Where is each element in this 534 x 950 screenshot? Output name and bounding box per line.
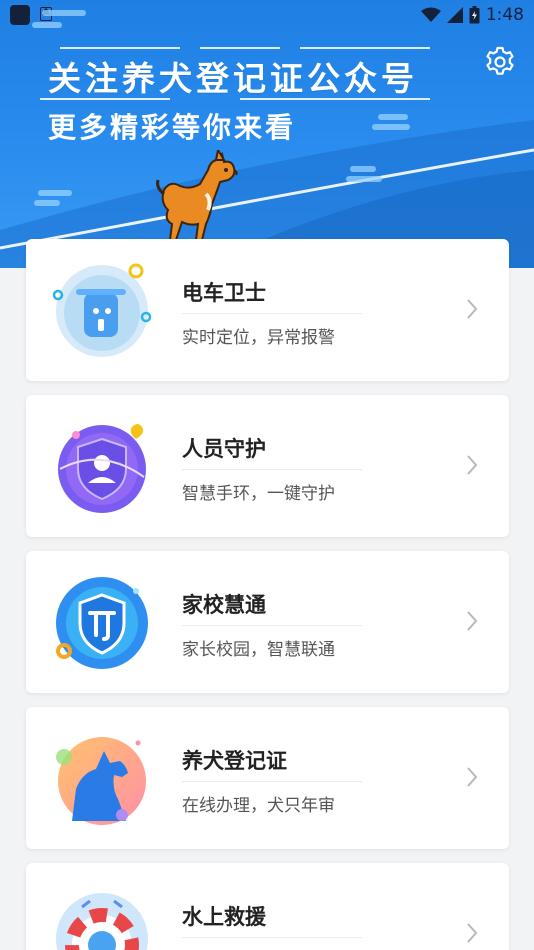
wifi-icon <box>420 7 441 22</box>
cloud-decoration <box>32 22 62 28</box>
card-title: 家校慧通 <box>182 593 266 617</box>
service-card-person-guard[interactable]: 人员守护 智慧手环，一键守护 <box>26 395 509 537</box>
dog-icon <box>56 737 146 825</box>
card-title: 人员守护 <box>182 437 266 461</box>
notification-icon <box>10 5 30 25</box>
card-divider <box>182 937 362 938</box>
card-title: 水上救援 <box>182 905 266 929</box>
service-card-ebike-guard[interactable]: 电车卫士 实时定位，异常报警 <box>26 239 509 381</box>
card-subtitle: 在线办理，犬只年审 <box>182 796 335 816</box>
chevron-right-icon <box>467 611 478 631</box>
gear-icon <box>486 46 514 75</box>
banner-subline: 更多精彩等你来看 <box>48 111 297 144</box>
card-subtitle: 实时定位，异常报警 <box>182 328 335 348</box>
banner-headline: 关注养犬登记证公众号 <box>48 59 418 98</box>
card-divider <box>182 313 362 314</box>
cloud-decoration <box>34 200 60 206</box>
headline-deco-line <box>300 47 430 49</box>
school-shield-icon <box>56 577 148 669</box>
status-time: 1:48 <box>485 5 524 25</box>
headline-deco-line <box>200 47 280 49</box>
cloud-decoration <box>38 190 72 196</box>
service-card-dog-license[interactable]: 养犬登记证 在线办理，犬只年审 <box>26 707 509 849</box>
cloud-decoration <box>372 124 410 130</box>
signal-icon <box>446 7 463 23</box>
cloud-decoration <box>42 10 86 16</box>
card-subtitle: 智慧手环，一键守护 <box>182 484 335 504</box>
header-banner: A 1:48 关注养犬登记证公众号 更多精彩等你 <box>0 0 534 268</box>
service-card-school-link[interactable]: 家校慧通 家长校园，智慧联通 <box>26 551 509 693</box>
dog-mascot-icon <box>156 150 238 241</box>
card-divider <box>182 469 362 470</box>
chevron-right-icon <box>467 923 478 943</box>
cloud-decoration <box>346 176 382 182</box>
headline-deco-line <box>60 47 180 49</box>
card-title: 养犬登记证 <box>182 749 287 773</box>
card-title: 电车卫士 <box>182 281 266 305</box>
status-bar-right: 1:48 <box>420 4 524 26</box>
chevron-right-icon <box>467 767 478 787</box>
scooter-icon <box>52 263 152 357</box>
cloud-decoration <box>378 114 408 120</box>
battery-icon <box>469 6 480 24</box>
settings-button[interactable] <box>482 44 518 80</box>
card-divider <box>182 625 362 626</box>
lifebuoy-icon <box>56 893 148 950</box>
chevron-right-icon <box>467 455 478 475</box>
cloud-decoration <box>350 166 376 172</box>
app-screen: A 1:48 关注养犬登记证公众号 更多精彩等你 <box>0 0 534 950</box>
person-shield-icon <box>58 424 146 513</box>
service-card-water-rescue[interactable]: 水上救援 <box>26 863 509 950</box>
card-subtitle: 家长校园，智慧联通 <box>182 640 335 660</box>
card-divider <box>182 781 362 782</box>
chevron-right-icon <box>467 299 478 319</box>
